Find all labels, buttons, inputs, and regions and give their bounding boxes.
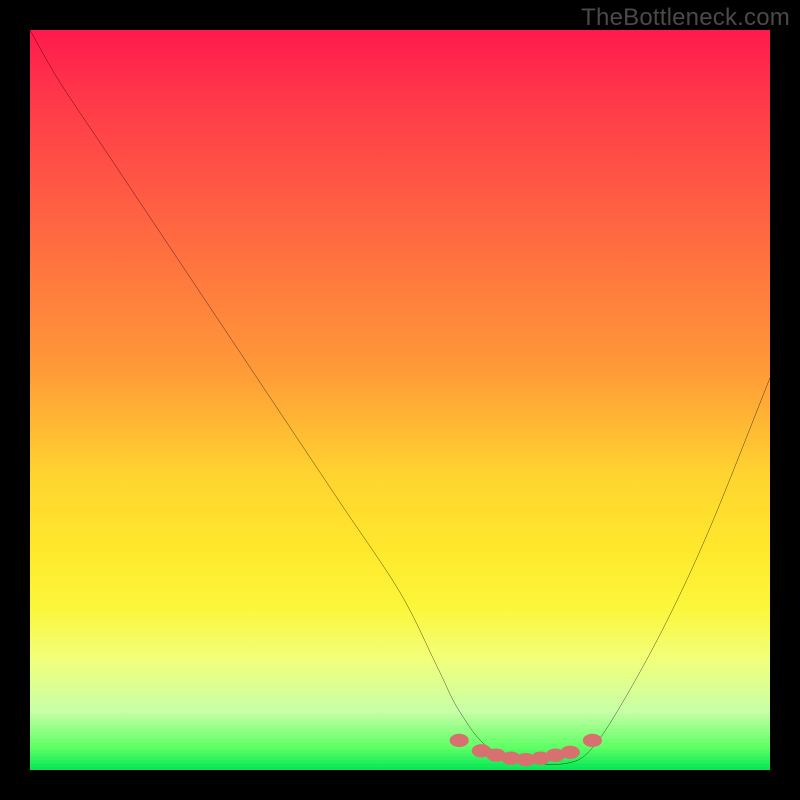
dot-group	[450, 734, 602, 767]
plot-area	[30, 30, 770, 770]
watermark-text: TheBottleneck.com	[581, 4, 790, 32]
optimal-region-dots	[30, 30, 770, 770]
optimal-dot	[561, 746, 580, 759]
optimal-dot	[583, 734, 602, 747]
chart-frame: TheBottleneck.com	[0, 0, 800, 800]
optimal-dot	[450, 734, 469, 747]
